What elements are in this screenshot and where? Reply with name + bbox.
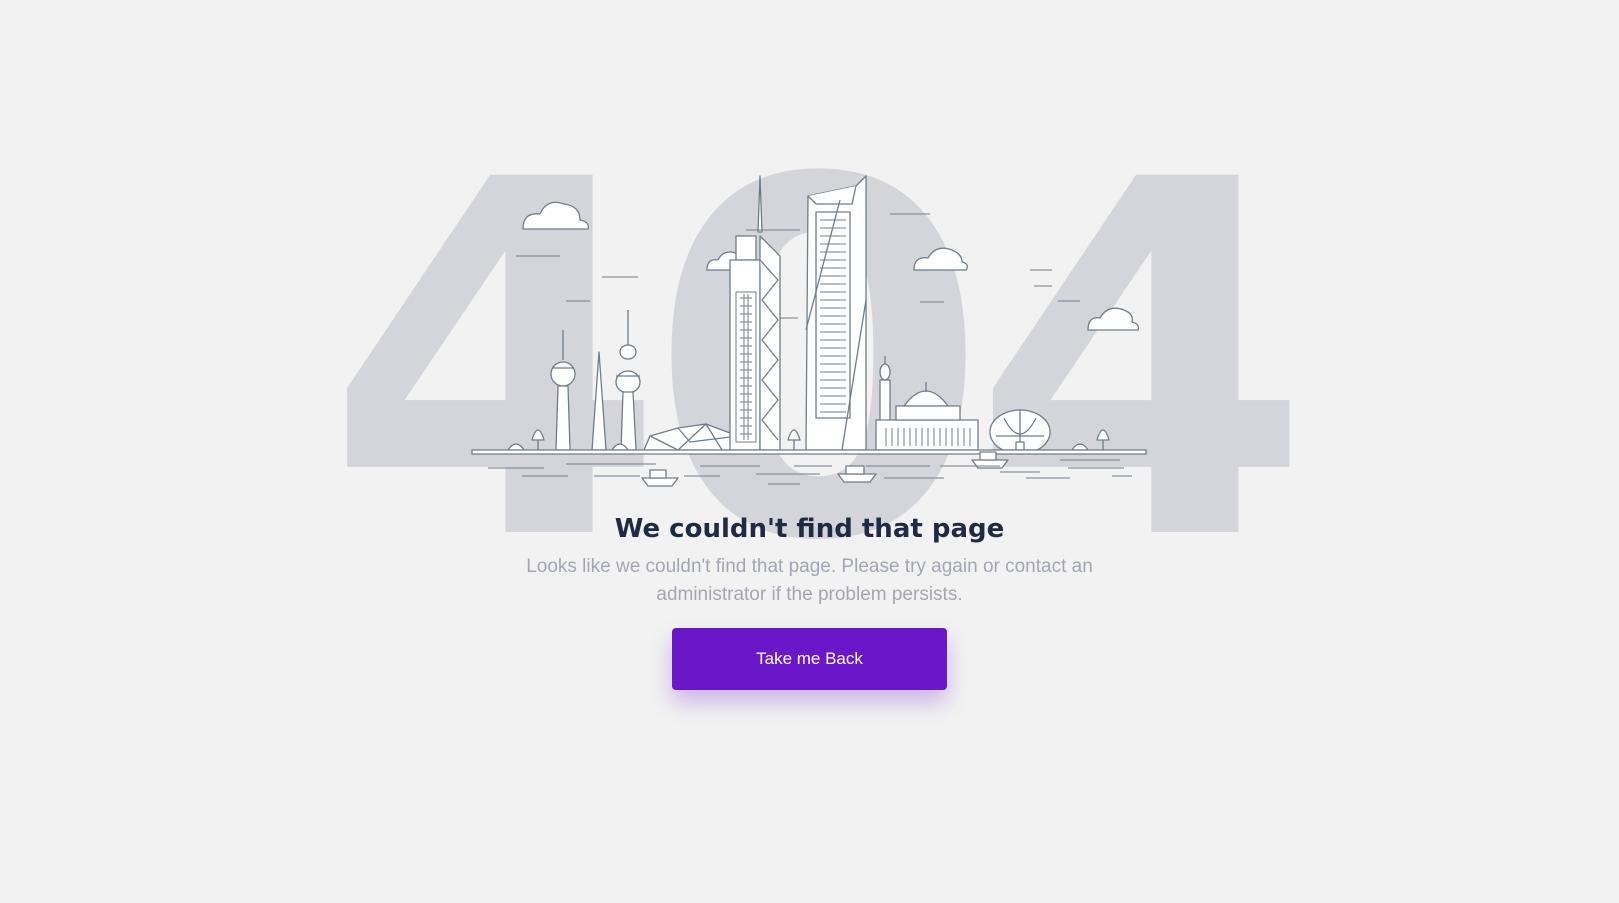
not-found-page: 404 [0, 0, 1619, 903]
city-skyline-illustration [471, 175, 1147, 487]
error-message: Looks like we couldn't find that page. P… [526, 556, 1093, 605]
page-title: We couldn't find that page [614, 514, 1005, 544]
take-me-back-button[interactable]: Take me Back [672, 628, 947, 690]
error-illustration: 404 [0, 0, 1619, 903]
